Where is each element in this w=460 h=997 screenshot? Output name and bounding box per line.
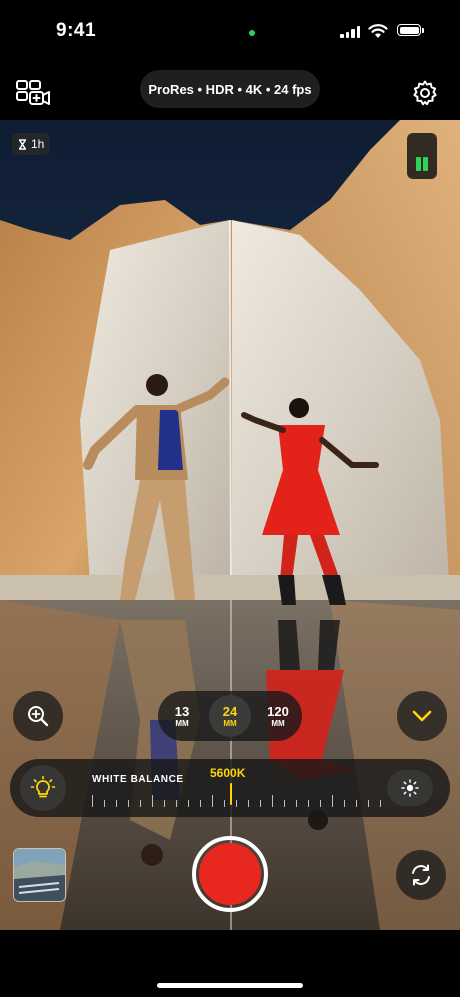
white-balance-tick [224,800,225,807]
white-balance-tick [272,795,273,807]
flip-camera-button[interactable] [396,850,446,900]
lens-selector: 13 MM 24 MM 120 MM [158,691,302,741]
white-balance-tick [200,800,201,807]
camera-switch-mode-icon [16,80,50,105]
white-balance-label: WHITE BALANCE [92,774,184,785]
lens-option-24mm[interactable]: 24 MM [209,695,251,737]
white-balance-tick [308,800,309,807]
cellular-signal-icon [340,25,360,38]
last-capture-thumbnail[interactable] [13,848,66,902]
white-balance-tick [332,795,333,807]
white-balance-tick [380,800,381,807]
white-balance-tick [104,800,105,807]
white-balance-tick [296,800,297,807]
white-balance-slider-track[interactable] [92,793,382,807]
audio-level-bar-right [423,157,428,171]
gear-icon [413,80,437,106]
white-balance-tick [260,800,261,807]
lens-24-unit: MM [223,718,237,728]
record-button[interactable] [192,836,268,912]
white-balance-tick [284,800,285,807]
exposure-button[interactable] [387,770,433,806]
camera-in-use-dot [249,30,255,36]
recording-format-label: ProRes • HDR • 4K • 24 fps [148,81,312,97]
recording-format-button[interactable]: ProRes • HDR • 4K • 24 fps [140,70,320,108]
hourglass-icon [18,138,27,150]
status-bar: 9:41 [0,0,460,64]
white-balance-value: 5600K [210,766,246,780]
lens-13-value: 13 [174,703,190,719]
zoom-in-icon [28,706,49,727]
sun-icon [401,779,419,797]
thumbnail-image [14,849,65,901]
camera-flip-icon [412,864,430,886]
white-balance-control: WHITE BALANCE 5600K [10,759,450,817]
white-balance-tick [212,795,213,807]
settings-button[interactable] [410,78,440,108]
white-balance-tick [152,795,153,807]
white-balance-tick [92,795,93,807]
battery-icon [397,24,424,36]
camera-mode-button[interactable] [14,78,52,108]
audio-level-meter[interactable] [407,133,437,179]
white-balance-tick [188,800,189,807]
white-balance-tick [248,800,249,807]
white-balance-tick [128,800,129,807]
white-balance-tick [320,800,321,807]
expand-controls-button[interactable] [397,691,447,741]
white-balance-tick [176,800,177,807]
white-balance-tick [368,800,369,807]
white-balance-tick [344,800,345,807]
white-balance-slider-indicator[interactable] [230,783,232,805]
white-balance-tick [116,800,117,807]
white-balance-mode-button[interactable] [20,765,66,811]
recording-time-remaining: 1h [31,137,45,151]
audio-level-bar-left [416,157,421,171]
white-balance-tick [356,800,357,807]
lens-option-13mm[interactable]: 13 MM [161,695,203,737]
lens-120-value: 120 [267,703,289,719]
status-time: 9:41 [56,20,97,41]
wifi-icon [368,24,388,38]
lightbulb-icon [30,775,56,798]
zoom-button[interactable] [13,691,63,741]
record-button-core [199,843,261,905]
white-balance-tick [164,800,165,807]
white-balance-tick [236,800,237,807]
lens-option-120mm[interactable]: 120 MM [257,695,299,737]
white-balance-tick [140,800,141,807]
home-indicator[interactable] [157,983,303,988]
lens-120-unit: MM [271,718,285,728]
lens-24-value: 24 [222,703,238,719]
lens-13-unit: MM [175,718,189,728]
chevron-down-icon [412,710,432,722]
recording-time-remaining-badge: 1h [12,133,51,155]
